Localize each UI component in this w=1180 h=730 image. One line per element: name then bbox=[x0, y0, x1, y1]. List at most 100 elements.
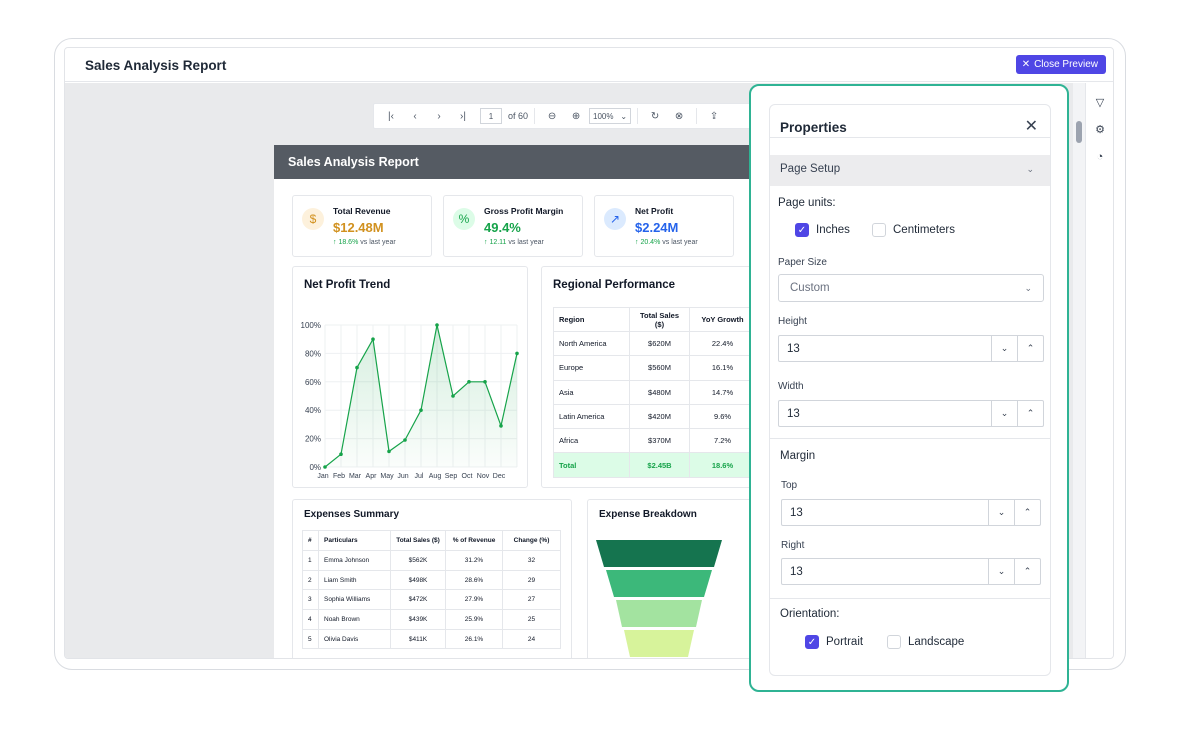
width-stepper[interactable]: 13 ⌄ ⌃ bbox=[778, 400, 1044, 427]
orientation-label: Orientation: bbox=[780, 608, 840, 620]
chevron-down-icon[interactable]: ⌄ bbox=[988, 500, 1014, 525]
table-cell: Liam Smith bbox=[318, 569, 391, 591]
page-input[interactable]: 1 bbox=[480, 108, 502, 124]
chevron-down-icon[interactable]: ⌄ bbox=[988, 559, 1014, 584]
kpi-card-gross-profit: % Gross Profit Margin 49.4% ↑ 12.11 vs l… bbox=[443, 195, 583, 257]
data-point bbox=[467, 380, 471, 384]
gauge-icon[interactable]: ◔ bbox=[1094, 151, 1106, 163]
landscape-checkbox[interactable] bbox=[887, 635, 901, 649]
table-cell: Asia bbox=[553, 379, 630, 405]
y-tick-label: 60% bbox=[305, 378, 321, 387]
table-row: 3 Sophia Williams $472K 27.9% 27 bbox=[302, 589, 561, 611]
kpi-value: $2.24M bbox=[635, 220, 679, 235]
top-margin-stepper[interactable]: 13 ⌄ ⌃ bbox=[781, 499, 1041, 526]
x-tick-label: Jul bbox=[415, 473, 424, 480]
close-icon[interactable]: ✕ bbox=[1025, 116, 1038, 136]
expenses-title: Expenses Summary bbox=[304, 509, 400, 520]
table-cell: 9.6% bbox=[689, 403, 756, 430]
table-cell: $439K bbox=[390, 609, 446, 630]
chevron-up-icon[interactable]: ⌃ bbox=[1014, 559, 1040, 584]
kpi-suffix: vs last year bbox=[360, 239, 396, 246]
table-cell: 31.2% bbox=[445, 550, 503, 571]
last-page-icon[interactable]: ›| bbox=[452, 106, 474, 126]
x-tick-label: Feb bbox=[333, 473, 345, 480]
y-tick-label: 40% bbox=[305, 406, 321, 415]
x-tick-label: Jan bbox=[317, 473, 328, 480]
zoom-out-icon[interactable]: ⊖ bbox=[541, 106, 563, 126]
inches-checkbox[interactable]: ✓ bbox=[795, 223, 809, 237]
gear-icon[interactable]: ⚙ bbox=[1094, 124, 1106, 136]
table-cell: 1 bbox=[302, 550, 319, 571]
paper-size-select[interactable]: Custom ⌄ bbox=[778, 274, 1044, 302]
table-cell: 2 bbox=[302, 569, 319, 591]
chevron-down-icon[interactable]: ⌄ bbox=[991, 401, 1017, 426]
section-label: Page Setup bbox=[780, 163, 841, 175]
margin-label: Margin bbox=[780, 450, 816, 462]
filter-icon[interactable]: ▽ bbox=[1094, 97, 1106, 109]
table-cell: Latin America bbox=[553, 403, 630, 430]
chevron-up-icon[interactable]: ⌃ bbox=[1017, 336, 1043, 361]
properties-panel-highlight: Properties ✕ Page Setup ⌄ Page units: ✓ … bbox=[749, 84, 1069, 692]
table-cell: 14.7% bbox=[689, 379, 756, 405]
width-value: 13 bbox=[787, 408, 800, 420]
table-cell: $562K bbox=[390, 550, 446, 571]
table-cell: 27.9% bbox=[445, 589, 503, 611]
right-margin-stepper[interactable]: 13 ⌄ ⌃ bbox=[781, 558, 1041, 585]
inches-label: Inches bbox=[816, 224, 850, 236]
centimeters-label: Centimeters bbox=[893, 224, 955, 236]
kpi-trend: ↑ 20.4% vs last year bbox=[635, 239, 698, 246]
data-point bbox=[435, 323, 439, 327]
arrow-up-icon: ↑ bbox=[484, 239, 488, 246]
table-cell: Noah Brown bbox=[318, 609, 391, 630]
x-tick-label: Dec bbox=[493, 473, 506, 480]
trend-up-icon: ↗ bbox=[604, 208, 626, 230]
chevron-down-icon: ⌄ bbox=[1026, 164, 1034, 174]
x-tick-label: Jun bbox=[397, 473, 408, 480]
properties-panel: Properties ✕ Page Setup ⌄ Page units: ✓ … bbox=[769, 104, 1051, 676]
chevron-up-icon[interactable]: ⌃ bbox=[1014, 500, 1040, 525]
zoom-select[interactable]: 100% ⌄ bbox=[589, 108, 632, 124]
chevron-down-icon[interactable]: ⌄ bbox=[991, 336, 1017, 361]
width-label: Width bbox=[778, 381, 804, 392]
page-setup-section[interactable]: Page Setup ⌄ bbox=[770, 155, 1050, 186]
y-tick-label: 0% bbox=[309, 463, 321, 472]
scrollbar-thumb[interactable] bbox=[1076, 121, 1082, 143]
close-preview-button[interactable]: ✕ Close Preview bbox=[1015, 55, 1106, 74]
height-stepper[interactable]: 13 ⌄ ⌃ bbox=[778, 335, 1044, 362]
first-page-icon[interactable]: |‹ bbox=[380, 106, 402, 126]
table-total-row: Total $2.45B 18.6% bbox=[553, 452, 756, 478]
viewer-toolbar: |‹ ‹ › ›| 1 of 60 ⊖ ⊕ 100% ⌄ ↻ ⊗ ⇪ bbox=[373, 103, 753, 129]
column-header: Total Sales ($) bbox=[390, 530, 446, 551]
table-cell: 29 bbox=[502, 569, 561, 591]
close-preview-label: Close Preview bbox=[1034, 59, 1098, 70]
funnel-chart bbox=[596, 540, 722, 657]
table-cell: 27 bbox=[502, 589, 561, 611]
table-cell: 5 bbox=[302, 628, 319, 650]
data-point bbox=[323, 465, 327, 469]
refresh-icon[interactable]: ↻ bbox=[644, 106, 666, 126]
column-header: Region bbox=[553, 307, 630, 332]
kpi-card-total-revenue: $ Total Revenue $12.48M ↑ 18.6% vs last … bbox=[292, 195, 432, 257]
prev-page-icon[interactable]: ‹ bbox=[404, 106, 426, 126]
y-tick-label: 80% bbox=[305, 349, 321, 358]
table-row: 2 Liam Smith $498K 28.6% 29 bbox=[302, 569, 561, 591]
column-header: # bbox=[302, 530, 319, 551]
kpi-label: Total Revenue bbox=[333, 206, 391, 216]
page-units-label: Page units: bbox=[778, 197, 836, 209]
export-icon[interactable]: ⇪ bbox=[703, 106, 725, 126]
chevron-up-icon[interactable]: ⌃ bbox=[1017, 401, 1043, 426]
stop-icon[interactable]: ⊗ bbox=[668, 106, 690, 126]
table-cell: $560M bbox=[629, 355, 690, 381]
chevron-down-icon: ⌄ bbox=[620, 111, 628, 121]
x-tick-label: May bbox=[380, 473, 394, 480]
net-profit-title: Net Profit Trend bbox=[304, 279, 391, 291]
funnel-segment-4 bbox=[624, 630, 694, 657]
table-cell: $620M bbox=[629, 330, 690, 357]
table-cell: $472K bbox=[390, 589, 446, 611]
data-point bbox=[419, 408, 423, 412]
next-page-icon[interactable]: › bbox=[428, 106, 450, 126]
portrait-checkbox[interactable]: ✓ bbox=[805, 635, 819, 649]
zoom-in-icon[interactable]: ⊕ bbox=[565, 106, 587, 126]
table-cell: Total bbox=[553, 452, 630, 478]
centimeters-checkbox[interactable] bbox=[872, 223, 886, 237]
